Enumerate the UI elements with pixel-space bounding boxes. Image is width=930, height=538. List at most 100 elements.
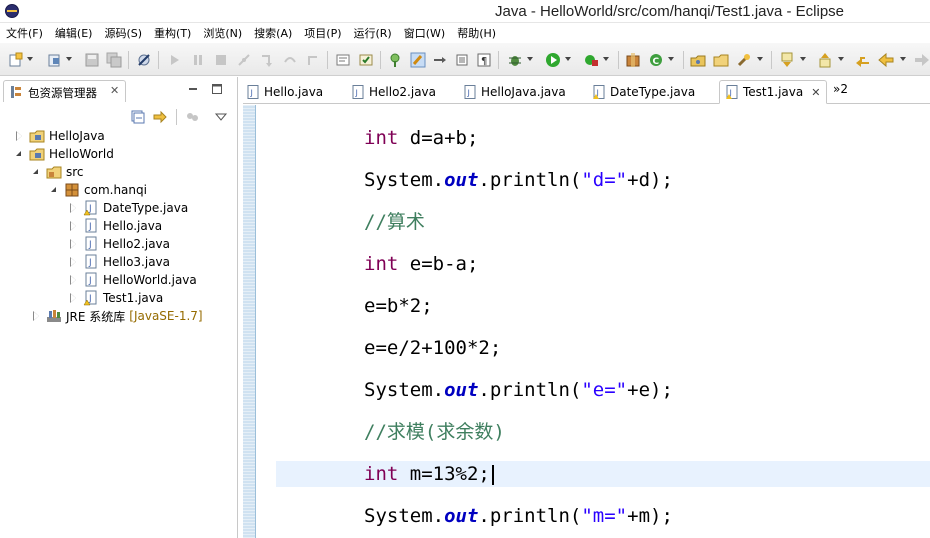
tree-item-hello3-java[interactable]: J Hello3.java: [69, 253, 170, 271]
close-icon[interactable]: ✕: [110, 84, 119, 97]
tab-overflow-button[interactable]: »2: [833, 82, 848, 96]
skip-breakpoints-icon[interactable]: [136, 52, 152, 68]
tab-hello2-java[interactable]: J Hello2.java: [352, 80, 436, 104]
code-line: //算术: [364, 211, 425, 233]
menu-project[interactable]: 项目(P): [298, 25, 347, 41]
focus-active-task-icon[interactable]: [184, 109, 200, 125]
view-menu-icon[interactable]: [213, 109, 229, 125]
tab-test1-java[interactable]: J Test1.java ✕: [719, 80, 828, 104]
back-icon[interactable]: [878, 52, 894, 68]
code-text: e=b-a;: [398, 253, 479, 275]
tree-item-src[interactable]: src: [32, 163, 84, 181]
tree-item-hellojava[interactable]: HelloJava: [15, 127, 105, 145]
search-torch-icon[interactable]: [736, 52, 752, 68]
new-class-icon[interactable]: C: [648, 52, 664, 68]
debug-icon[interactable]: [507, 52, 523, 68]
java-file-icon: J: [85, 218, 97, 233]
new-java-project-icon[interactable]: [625, 52, 641, 68]
block-selection-icon[interactable]: [432, 52, 448, 68]
collapse-icon[interactable]: [50, 185, 60, 195]
run-icon[interactable]: [545, 52, 561, 68]
collapse-icon[interactable]: [32, 167, 42, 177]
external-tools-icon[interactable]: [583, 52, 599, 68]
string-literal: "e=": [581, 379, 628, 401]
menu-window[interactable]: 窗口(W): [398, 25, 451, 41]
toggle-annotation-icon[interactable]: [387, 52, 403, 68]
external-tools-dropdown-icon[interactable]: [603, 57, 609, 61]
tree-item-helloworld-java[interactable]: J HelloWorld.java: [69, 271, 197, 289]
tree-item-hello-java[interactable]: J Hello.java: [69, 217, 162, 235]
tab-label: Test1.java: [743, 85, 804, 99]
search-dropdown-icon[interactable]: [757, 57, 763, 61]
expand-icon[interactable]: [69, 221, 79, 231]
expand-icon[interactable]: [69, 293, 79, 303]
menu-help[interactable]: 帮助(H): [451, 25, 502, 41]
open-type-icon[interactable]: [47, 52, 63, 68]
minimize-icon[interactable]: [188, 84, 198, 94]
menu-edit[interactable]: 编辑(E): [49, 25, 99, 41]
open-type-hierarchy-icon[interactable]: [690, 52, 706, 68]
tree-item-test1-java[interactable]: J Test1.java: [69, 289, 163, 307]
save-icon[interactable]: [84, 52, 100, 68]
tree-item-hello2-java[interactable]: J Hello2.java: [69, 235, 170, 253]
step-into-icon[interactable]: [259, 52, 275, 68]
tab-datetype-java[interactable]: J DateType.java: [593, 80, 695, 104]
library-icon: [47, 310, 61, 322]
link-with-editor-icon[interactable]: [152, 109, 168, 125]
collapse-all-icon[interactable]: [130, 109, 146, 125]
tree-item-com-hanqi[interactable]: com.hanqi: [50, 181, 147, 199]
new-class-dropdown-icon[interactable]: [668, 57, 674, 61]
open-type-dropdown-icon[interactable]: [66, 57, 72, 61]
tab-hellojava-java[interactable]: J HelloJava.java: [464, 80, 566, 104]
prev-annotation-icon[interactable]: [817, 52, 833, 68]
expand-icon[interactable]: [69, 239, 79, 249]
code-editor[interactable]: int d=a+b; System.out.println("d="+d); /…: [243, 105, 930, 538]
open-console-icon[interactable]: [335, 52, 351, 68]
back-dropdown-icon[interactable]: [900, 57, 906, 61]
show-whitespace-icon[interactable]: [454, 52, 470, 68]
suspend-icon[interactable]: [190, 52, 206, 68]
expand-icon[interactable]: [32, 311, 42, 321]
menu-search[interactable]: 搜索(A): [248, 25, 298, 41]
close-icon[interactable]: ✕: [811, 86, 820, 99]
mark-occurrences-icon[interactable]: [410, 52, 426, 68]
step-over-icon[interactable]: [282, 52, 298, 68]
tree-item-jre-library[interactable]: JRE 系统库 [JavaSE-1.7]: [32, 307, 203, 325]
paragraph-icon[interactable]: ¶: [476, 52, 492, 68]
terminate-icon[interactable]: [213, 52, 229, 68]
new-dropdown-icon[interactable]: [27, 57, 33, 61]
next-annotation-dropdown-icon[interactable]: [800, 57, 806, 61]
tab-hello-java[interactable]: J Hello.java: [247, 80, 323, 104]
forward-icon[interactable]: [914, 52, 930, 68]
code-text: e=b*2;: [364, 295, 433, 317]
menu-file[interactable]: 文件(F): [0, 25, 49, 41]
expand-icon[interactable]: [69, 257, 79, 267]
run-dropdown-icon[interactable]: [565, 57, 571, 61]
expand-icon[interactable]: [15, 131, 25, 141]
expand-icon[interactable]: [69, 275, 79, 285]
menu-source[interactable]: 源码(S): [98, 25, 148, 41]
toolbar-separator: [176, 109, 177, 125]
debug-dropdown-icon[interactable]: [527, 57, 533, 61]
last-edit-location-icon[interactable]: [855, 52, 871, 68]
menu-navigate[interactable]: 浏览(N): [197, 25, 248, 41]
disconnect-icon[interactable]: [236, 52, 252, 68]
open-task-icon[interactable]: [358, 52, 374, 68]
save-all-icon[interactable]: [106, 52, 122, 68]
step-return-icon[interactable]: [305, 52, 321, 68]
package-explorer-tab[interactable]: 包资源管理器 ✕: [3, 80, 126, 102]
comment: //求模(求余数): [364, 421, 505, 443]
open-folder-icon[interactable]: [713, 52, 729, 68]
overview-ruler[interactable]: [243, 105, 256, 538]
collapse-icon[interactable]: [15, 149, 25, 159]
tree-item-datetype-java[interactable]: J DateType.java: [69, 199, 188, 217]
expand-icon[interactable]: [69, 203, 79, 213]
resume-icon[interactable]: [166, 52, 182, 68]
new-icon[interactable]: [8, 52, 24, 68]
menu-refactor[interactable]: 重构(T): [148, 25, 197, 41]
maximize-icon[interactable]: [212, 84, 222, 94]
next-annotation-icon[interactable]: [779, 52, 795, 68]
menu-run[interactable]: 运行(R): [348, 25, 398, 41]
tree-item-helloworld[interactable]: HelloWorld: [15, 145, 114, 163]
prev-annotation-dropdown-icon[interactable]: [838, 57, 844, 61]
